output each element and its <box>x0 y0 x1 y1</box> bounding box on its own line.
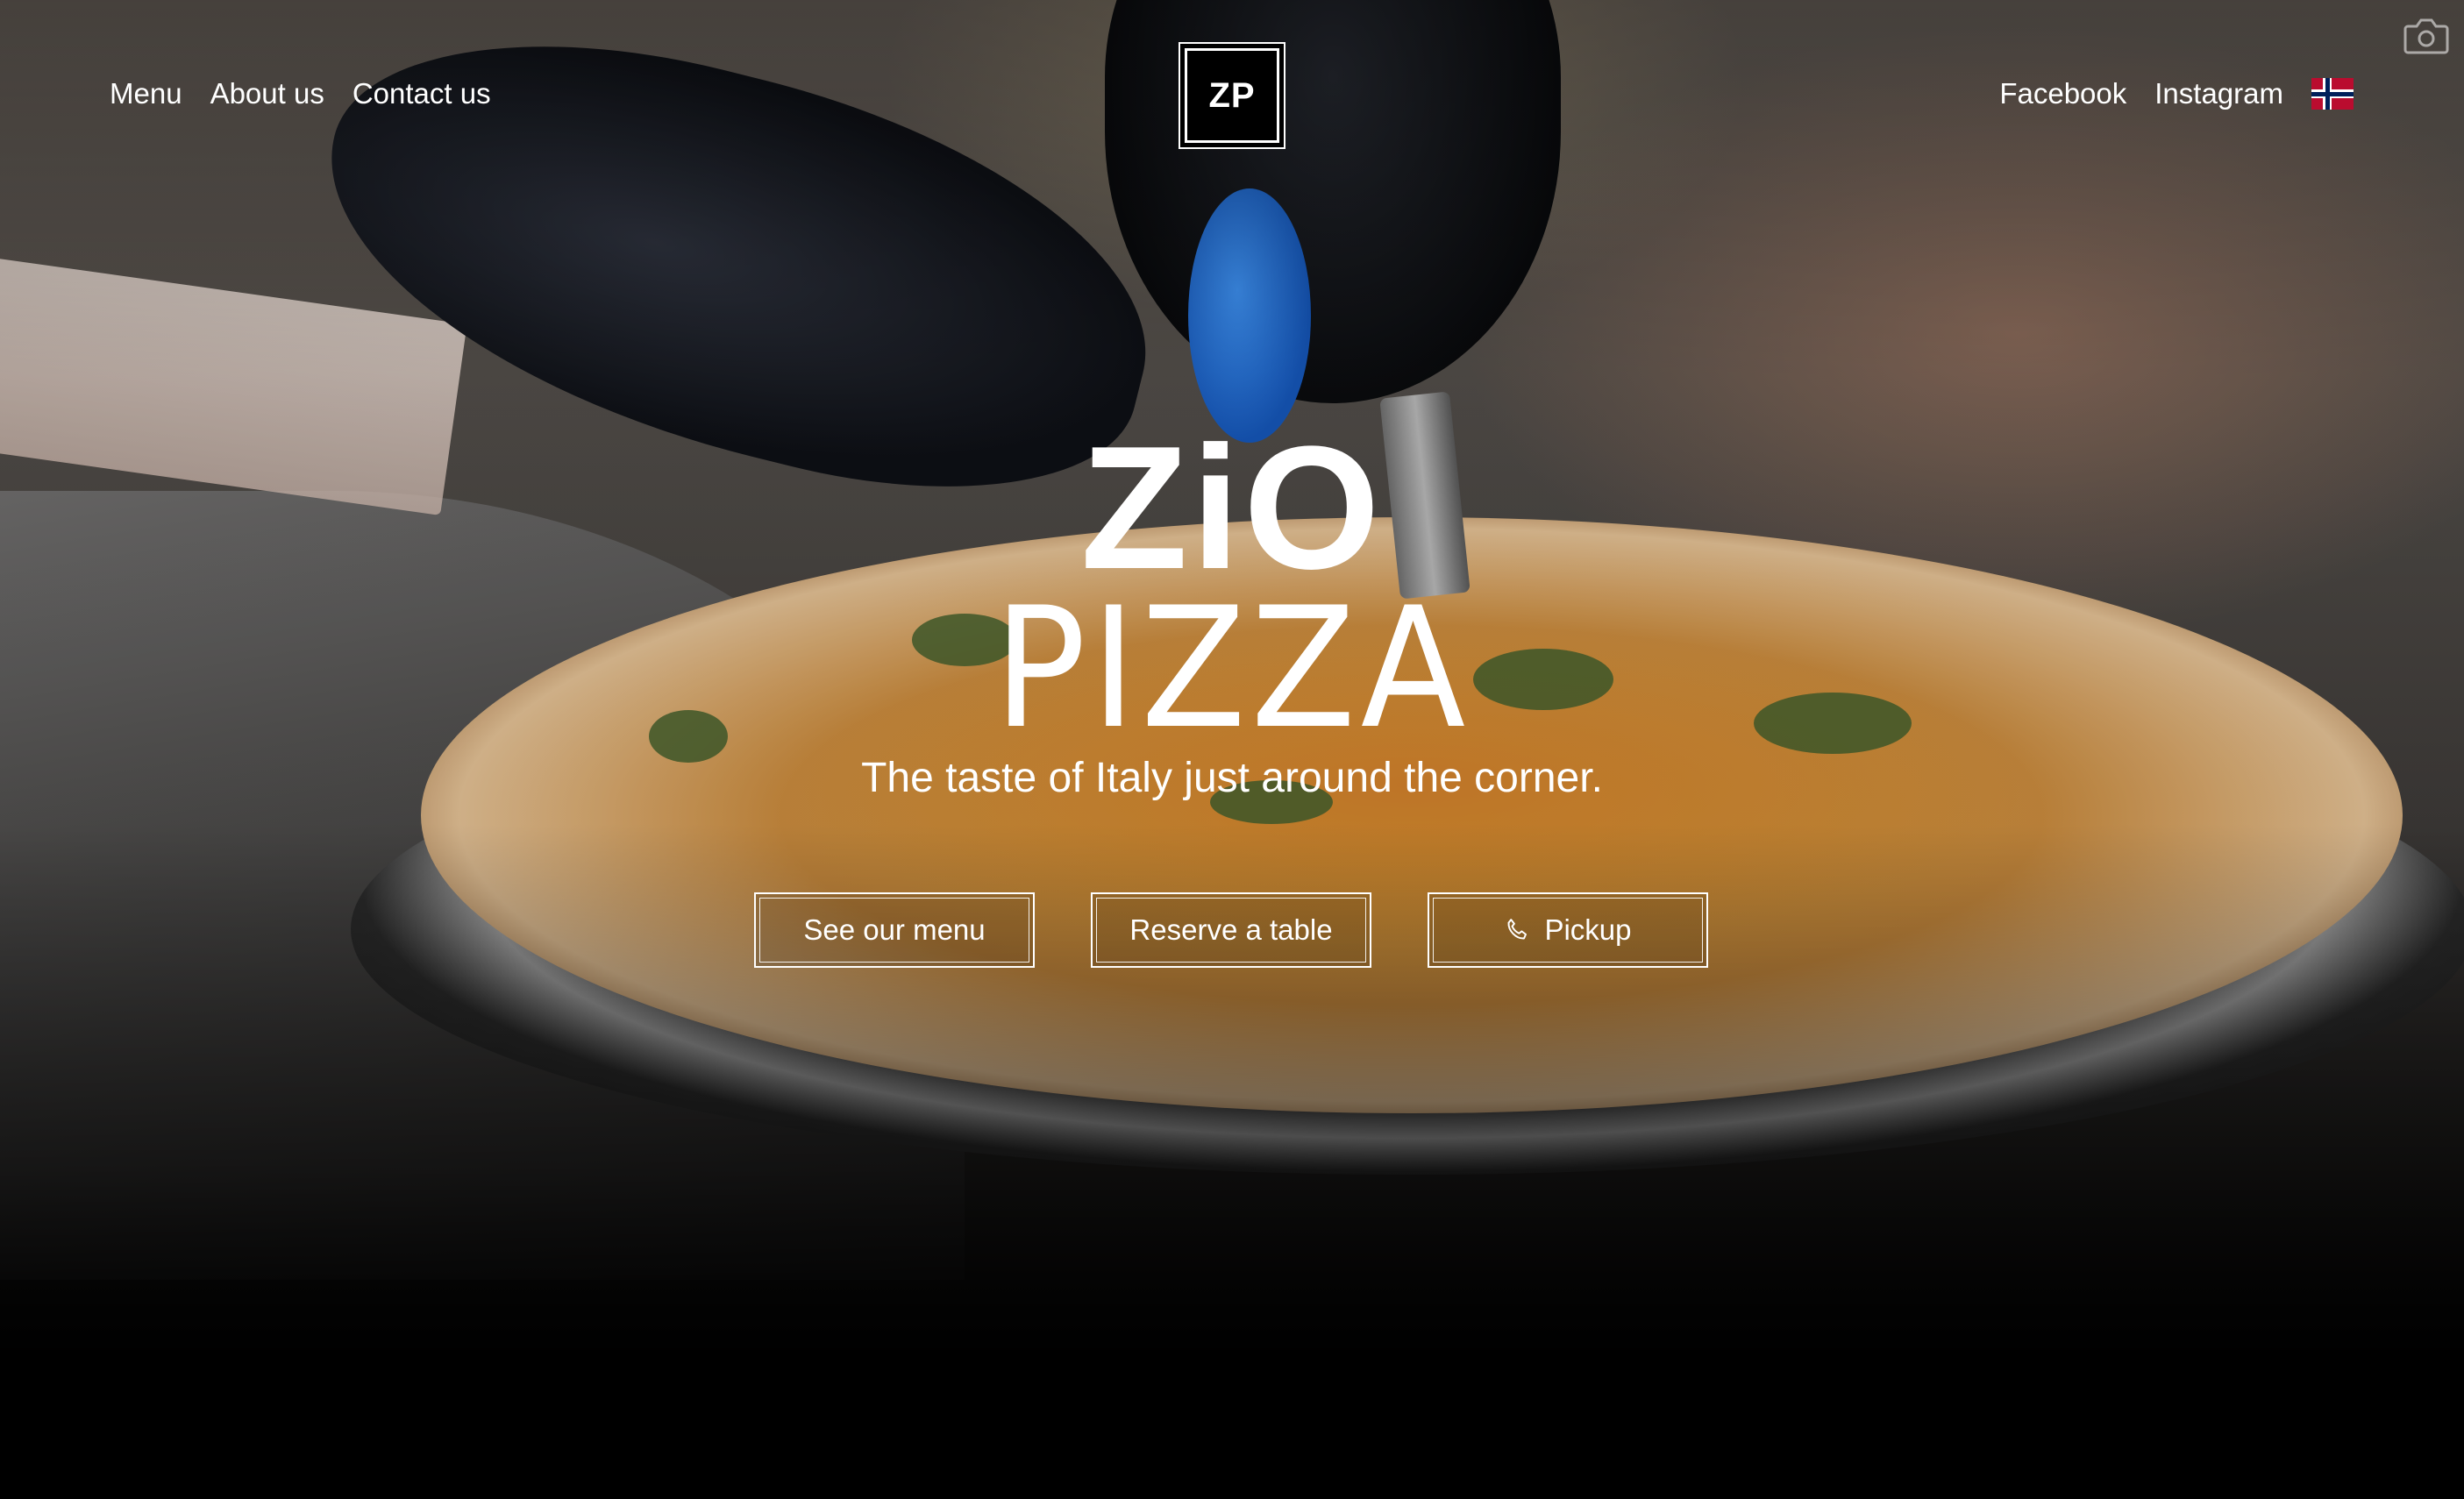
social-nav: Facebook Instagram <box>1999 77 2354 110</box>
nav-link-about-us[interactable]: About us <box>210 77 324 110</box>
norway-flag-icon[interactable] <box>2311 78 2354 110</box>
see-menu-label: See our menu <box>803 913 986 946</box>
see-menu-button[interactable]: See our menu <box>754 892 1035 968</box>
reserve-table-button[interactable]: Reserve a table <box>1091 892 1371 968</box>
nav-link-instagram[interactable]: Instagram <box>2154 77 2283 110</box>
hero-tagline: The taste of Italy just around the corne… <box>861 755 1603 801</box>
primary-nav: Menu About us Contact us <box>110 77 491 110</box>
camera-icon[interactable] <box>2403 16 2450 56</box>
pickup-button[interactable]: Pickup <box>1428 892 1708 968</box>
brand-name-zio: ZiO <box>1080 410 1384 606</box>
reserve-table-label: Reserve a table <box>1129 913 1333 946</box>
page: Menu About us Contact us ZP Facebook Ins… <box>0 0 2464 1499</box>
site-logo-text: ZP <box>1208 75 1256 115</box>
hero-cta-row: See our menu Reserve a table Pickup <box>754 892 1708 968</box>
brand-name-pizza: PIZZA <box>993 572 1471 765</box>
nav-link-menu[interactable]: Menu <box>110 77 182 110</box>
phone-icon <box>1507 919 1528 940</box>
nav-link-contact-us[interactable]: Contact us <box>353 77 491 110</box>
nav-link-facebook[interactable]: Facebook <box>1999 77 2126 110</box>
site-logo[interactable]: ZP <box>1179 42 1285 149</box>
pickup-label: Pickup <box>1544 913 1632 946</box>
